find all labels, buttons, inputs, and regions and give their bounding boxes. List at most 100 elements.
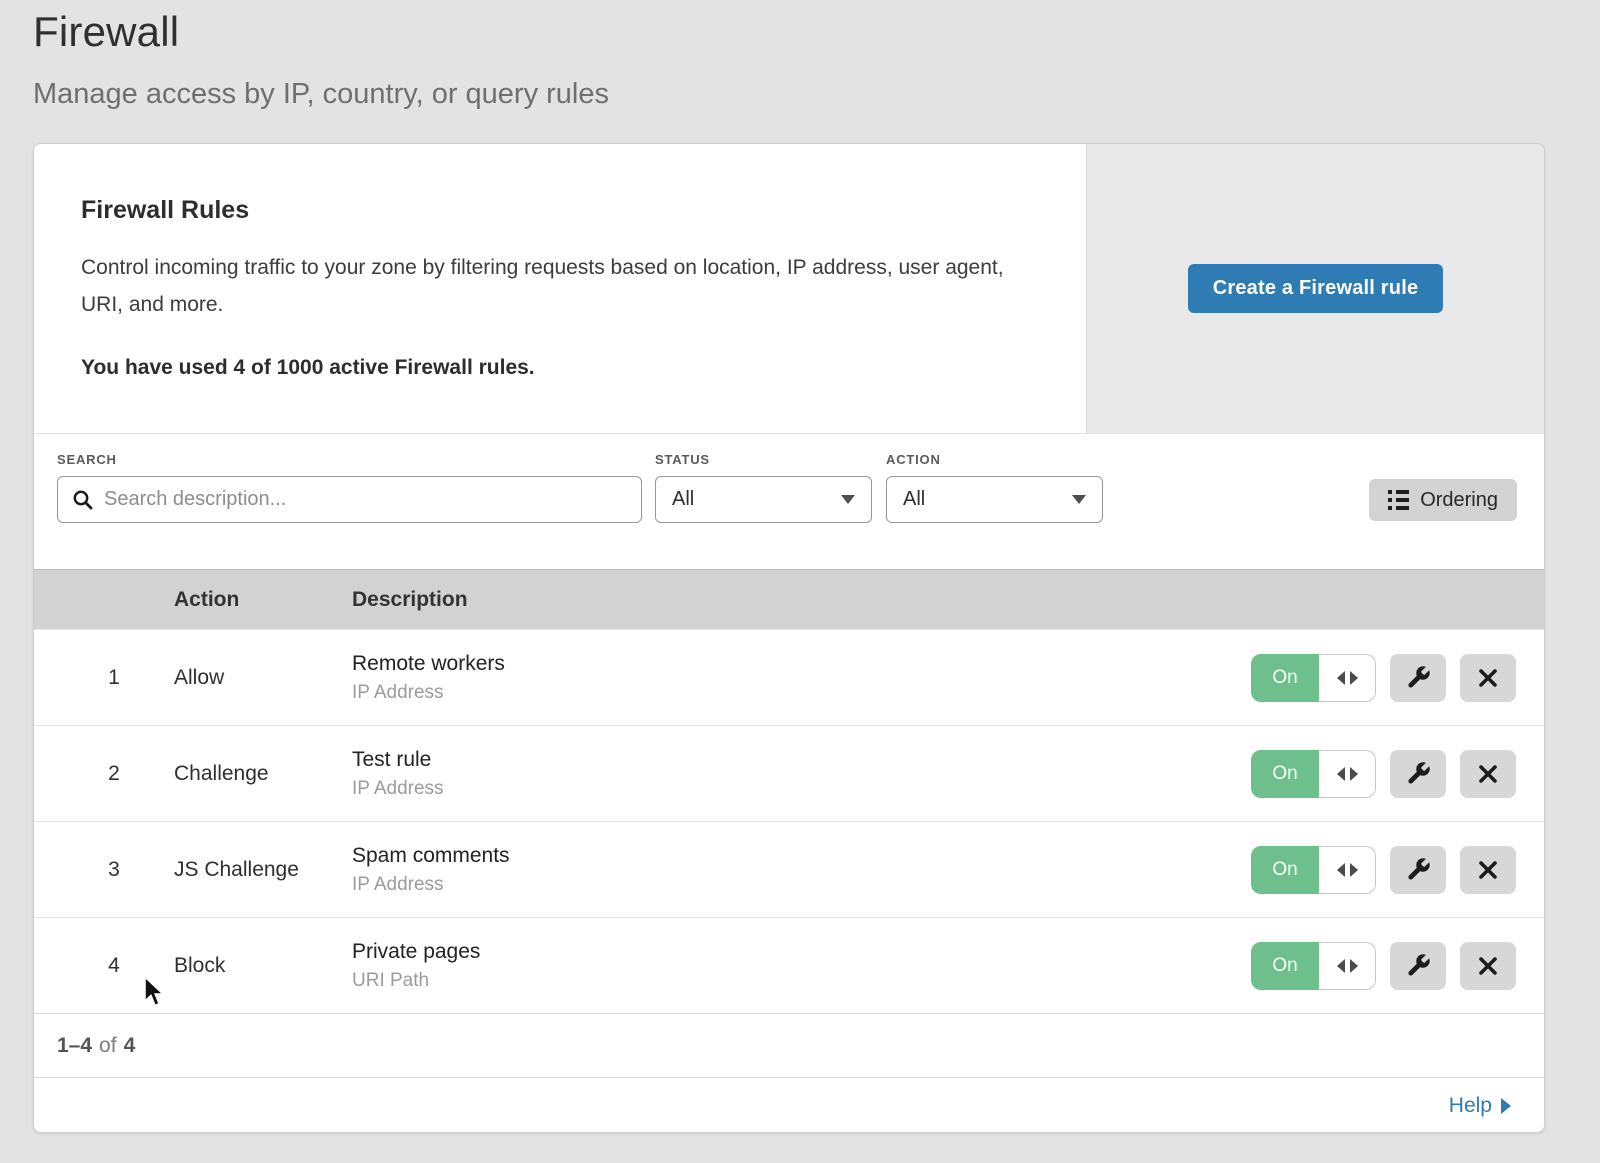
rule-description: Private pages URI Path: [352, 940, 480, 992]
ordering-button[interactable]: Ordering: [1369, 479, 1517, 521]
rule-match-type: IP Address: [352, 778, 444, 800]
edit-rule-button[interactable]: [1390, 846, 1446, 894]
rule-title: Spam comments: [352, 844, 510, 868]
close-icon: [1476, 762, 1500, 786]
rule-match-type: URI Path: [352, 970, 480, 992]
page-subtitle: Manage access by IP, country, or query r…: [33, 78, 609, 111]
arrow-right-icon: [1350, 767, 1358, 781]
toggle-on-label: On: [1251, 846, 1319, 894]
toggle-handle[interactable]: [1319, 750, 1376, 798]
rule-enabled-toggle[interactable]: On: [1251, 942, 1376, 990]
arrow-left-icon: [1337, 767, 1345, 781]
rule-title: Private pages: [352, 940, 480, 964]
toggle-handle[interactable]: [1319, 942, 1376, 990]
rule-controls: On: [1251, 750, 1516, 798]
rule-action: JS Challenge: [174, 822, 299, 918]
rule-description: Spam comments IP Address: [352, 844, 510, 896]
close-icon: [1476, 858, 1500, 882]
toggle-handle[interactable]: [1319, 846, 1376, 894]
pagination: 1–4 of 4: [34, 1013, 1544, 1077]
status-select[interactable]: All: [655, 476, 872, 523]
table-row: 1 Allow Remote workers IP Address On: [34, 629, 1544, 725]
rules-info: Firewall Rules Control incoming traffic …: [34, 144, 1086, 433]
pagination-of-label: of: [99, 1034, 117, 1058]
table-header: Action Description: [34, 569, 1544, 629]
help-link[interactable]: Help: [1449, 1094, 1511, 1118]
table-row: 3 JS Challenge Spam comments IP Address …: [34, 821, 1544, 917]
arrow-left-icon: [1337, 959, 1345, 973]
rule-match-type: IP Address: [352, 874, 510, 896]
arrow-left-icon: [1337, 863, 1345, 877]
table-row: 2 Challenge Test rule IP Address On: [34, 725, 1544, 821]
delete-rule-button[interactable]: [1460, 942, 1516, 990]
list-icon: [1388, 490, 1409, 510]
status-label: STATUS: [655, 452, 710, 467]
rule-controls: On: [1251, 846, 1516, 894]
rule-description: Test rule IP Address: [352, 748, 444, 800]
rule-title: Test rule: [352, 748, 444, 772]
delete-rule-button[interactable]: [1460, 750, 1516, 798]
pagination-total: 4: [124, 1034, 136, 1058]
arrow-right-icon: [1350, 959, 1358, 973]
status-select-value: All: [672, 488, 694, 511]
firewall-rules-card: Firewall Rules Control incoming traffic …: [33, 143, 1545, 1133]
edit-rule-button[interactable]: [1390, 942, 1446, 990]
rule-controls: On: [1251, 654, 1516, 702]
rule-action: Block: [174, 918, 225, 1014]
rule-action: Challenge: [174, 726, 269, 822]
rules-description: Control incoming traffic to your zone by…: [81, 249, 1031, 323]
create-firewall-rule-button[interactable]: Create a Firewall rule: [1188, 264, 1444, 313]
card-footer: Help: [34, 1077, 1544, 1133]
search-box[interactable]: [57, 476, 642, 523]
arrow-right-icon: [1501, 1098, 1511, 1114]
arrow-right-icon: [1350, 863, 1358, 877]
action-select[interactable]: All: [886, 476, 1103, 523]
delete-rule-button[interactable]: [1460, 846, 1516, 894]
help-link-label: Help: [1449, 1094, 1492, 1118]
close-icon: [1476, 954, 1500, 978]
rule-action: Allow: [174, 630, 224, 726]
search-label: SEARCH: [57, 452, 117, 467]
ordering-button-label: Ordering: [1420, 489, 1498, 512]
delete-rule-button[interactable]: [1460, 654, 1516, 702]
rule-match-type: IP Address: [352, 682, 505, 704]
create-rule-panel: Create a Firewall rule: [1086, 144, 1544, 433]
rule-priority: 1: [92, 630, 136, 726]
rules-overview-section: Firewall Rules Control incoming traffic …: [34, 144, 1544, 433]
close-icon: [1476, 666, 1500, 690]
wrench-icon: [1405, 760, 1432, 787]
toggle-on-label: On: [1251, 654, 1319, 702]
rule-priority: 4: [92, 918, 136, 1014]
rule-description: Remote workers IP Address: [352, 652, 505, 704]
wrench-icon: [1405, 856, 1432, 883]
filter-bar: SEARCH STATUS ACTION All All Ordering: [34, 433, 1544, 569]
table-row: 4 Block Private pages URI Path On: [34, 917, 1544, 1013]
chevron-down-icon: [841, 495, 855, 504]
rule-title: Remote workers: [352, 652, 505, 676]
arrow-left-icon: [1337, 671, 1345, 685]
rule-priority: 2: [92, 726, 136, 822]
toggle-on-label: On: [1251, 750, 1319, 798]
rule-controls: On: [1251, 942, 1516, 990]
chevron-down-icon: [1072, 495, 1086, 504]
rule-priority: 3: [92, 822, 136, 918]
action-label: ACTION: [886, 452, 941, 467]
column-header-action: Action: [174, 570, 239, 630]
column-header-description: Description: [352, 570, 468, 630]
page-title: Firewall: [33, 8, 609, 56]
rule-enabled-toggle[interactable]: On: [1251, 846, 1376, 894]
rules-heading: Firewall Rules: [81, 196, 1046, 225]
search-input[interactable]: [104, 488, 627, 511]
toggle-handle[interactable]: [1319, 654, 1376, 702]
arrow-right-icon: [1350, 671, 1358, 685]
rule-enabled-toggle[interactable]: On: [1251, 750, 1376, 798]
rules-usage-text: You have used 4 of 1000 active Firewall …: [81, 356, 1046, 380]
edit-rule-button[interactable]: [1390, 654, 1446, 702]
wrench-icon: [1405, 952, 1432, 979]
action-select-value: All: [903, 488, 925, 511]
wrench-icon: [1405, 664, 1432, 691]
edit-rule-button[interactable]: [1390, 750, 1446, 798]
rule-enabled-toggle[interactable]: On: [1251, 654, 1376, 702]
pagination-range: 1–4: [57, 1034, 92, 1058]
search-icon: [72, 489, 94, 511]
